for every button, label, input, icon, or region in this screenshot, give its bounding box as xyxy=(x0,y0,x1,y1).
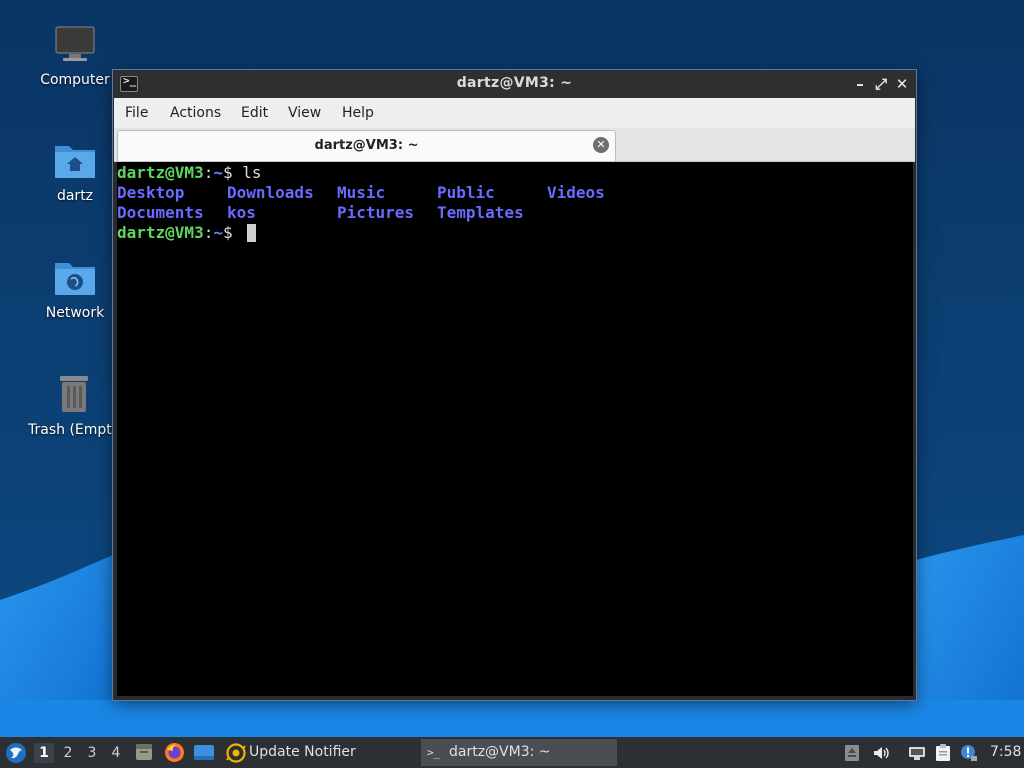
monitor-icon xyxy=(55,26,95,61)
dir-entry: Videos xyxy=(547,183,605,202)
desktop-icon-network[interactable]: Network xyxy=(27,255,123,321)
update-notifier-icon xyxy=(226,743,246,763)
prompt-user: dartz@VM3 xyxy=(117,223,204,242)
tab-bar: dartz@VM3: ~ ✕ xyxy=(114,128,915,162)
minimize-button[interactable]: – xyxy=(850,74,870,94)
notification-icon[interactable] xyxy=(960,744,978,762)
workspace-1[interactable]: 1 xyxy=(34,743,54,763)
text-cursor xyxy=(247,224,256,242)
show-desktop-icon[interactable] xyxy=(193,743,215,763)
dir-entry: Public xyxy=(437,183,495,202)
desktop-icon-home[interactable]: dartz xyxy=(27,138,123,204)
dir-entry: Pictures xyxy=(337,203,415,222)
command-text: ls xyxy=(242,163,262,182)
trash-icon xyxy=(60,376,88,412)
prompt-user: dartz@VM3 xyxy=(117,163,204,182)
menu-bar: File Actions Edit View Help xyxy=(114,98,915,129)
window-titlebar[interactable]: >_ dartz@VM3: ~ – ⤢ ✕ xyxy=(113,70,916,98)
menu-file[interactable]: File xyxy=(125,105,148,121)
prompt-path: ~ xyxy=(213,223,223,242)
desktop-icon-label: Computer xyxy=(40,72,110,88)
terminal-line-prompt: dartz@VM3:~$ xyxy=(117,223,242,243)
terminal-task-label: dartz@VM3: ~ xyxy=(449,744,551,760)
desktop-icon-computer[interactable]: Computer xyxy=(27,22,123,88)
prompt-path: ~ xyxy=(213,163,223,182)
firefox-icon[interactable] xyxy=(164,742,185,763)
dir-entry: Documents xyxy=(117,203,204,222)
home-folder-icon xyxy=(55,146,95,178)
dir-entry: Music xyxy=(337,183,386,202)
menu-actions[interactable]: Actions xyxy=(170,105,221,121)
tab-terminal[interactable]: dartz@VM3: ~ ✕ xyxy=(117,130,616,161)
dir-entry: Templates xyxy=(437,203,524,222)
tab-close-icon[interactable]: ✕ xyxy=(593,137,609,153)
terminal-window: >_ dartz@VM3: ~ – ⤢ ✕ File Actions Edit … xyxy=(113,70,916,700)
tab-label: dartz@VM3: ~ xyxy=(314,138,419,153)
eject-icon[interactable] xyxy=(843,744,861,762)
window-title: dartz@VM3: ~ xyxy=(456,75,573,91)
workspace-2[interactable]: 2 xyxy=(58,743,78,763)
network-connection-icon[interactable] xyxy=(908,744,926,762)
terminal-line-command: dartz@VM3:~$ ls xyxy=(117,163,262,183)
start-menu-icon[interactable] xyxy=(5,742,27,764)
dir-entry: Desktop xyxy=(117,183,185,202)
prompt-separator: : xyxy=(203,163,214,182)
dir-entry: Downloads xyxy=(227,183,314,202)
file-manager-icon[interactable] xyxy=(134,742,154,762)
menu-edit[interactable]: Edit xyxy=(241,105,268,121)
taskbar: 1 2 3 4 Update Notifier >_ dartz@VM3: ~ xyxy=(0,737,1024,768)
clipboard-icon[interactable] xyxy=(934,744,952,762)
taskbar-item-terminal[interactable]: >_ dartz@VM3: ~ xyxy=(421,739,617,766)
network-folder-icon xyxy=(55,263,95,295)
workspace-4[interactable]: 4 xyxy=(106,743,126,763)
prompt-symbol: $ xyxy=(222,163,243,182)
dir-entry: kos xyxy=(227,203,256,222)
close-button[interactable]: ✕ xyxy=(892,74,912,94)
update-notifier-label: Update Notifier xyxy=(249,744,356,760)
terminal-task-icon: >_ xyxy=(427,746,441,759)
desktop-icon-label: Network xyxy=(45,305,105,321)
prompt-symbol: $ xyxy=(222,223,243,242)
menu-view[interactable]: View xyxy=(288,105,321,121)
terminal-output[interactable]: dartz@VM3:~$ ls Desktop Downloads Music … xyxy=(117,162,913,696)
prompt-separator: : xyxy=(203,223,214,242)
volume-icon[interactable] xyxy=(872,744,890,762)
workspace-3[interactable]: 3 xyxy=(82,743,102,763)
desktop-icon-label: dartz xyxy=(56,188,94,204)
maximize-button[interactable]: ⤢ xyxy=(871,74,891,94)
taskbar-item-update-notifier[interactable]: Update Notifier xyxy=(224,739,372,766)
menu-help[interactable]: Help xyxy=(342,105,374,121)
clock[interactable]: 7:58 xyxy=(990,737,1021,768)
